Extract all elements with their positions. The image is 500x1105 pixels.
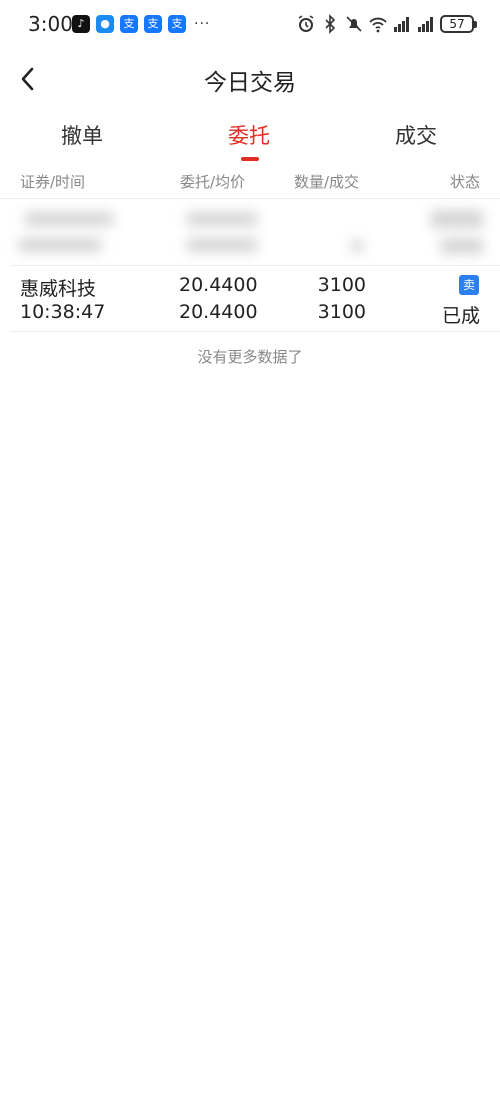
no-more-data-label: 没有更多数据了 <box>197 348 303 366</box>
notification-icons: ♪ ● 支 支 支 ··· <box>72 15 210 33</box>
redacted-status <box>440 238 484 254</box>
wifi-icon <box>369 17 387 33</box>
security-name: 惠威科技 <box>20 278 97 300</box>
tab-orders[interactable]: 委托 <box>189 120 309 150</box>
battery-icon: 57 <box>440 15 477 33</box>
bluetooth-icon <box>325 14 336 34</box>
tiktok-app-icon: ♪ <box>72 15 90 33</box>
more-notifications-icon: ··· <box>194 16 211 32</box>
signal-icon <box>394 17 409 32</box>
order-price: 20.4400 <box>179 274 258 296</box>
tab-bar: 撤单 委托 成交 <box>0 112 500 167</box>
tab-trades[interactable]: 成交 <box>356 120 476 150</box>
order-time: 10:38:47 <box>20 301 106 323</box>
order-quantity: 3100 <box>317 274 366 296</box>
alipay-app-icon: 支 <box>144 15 162 33</box>
column-price-avg: 委托/均价 <box>180 173 246 191</box>
redacted-time <box>18 238 102 252</box>
redacted-security <box>24 212 114 226</box>
redacted-side <box>430 210 484 228</box>
status-time: 3:00 <box>28 12 73 36</box>
column-qty-filled: 数量/成交 <box>294 173 360 191</box>
signal-4g-icon <box>418 17 433 32</box>
mute-icon <box>346 16 362 32</box>
active-tab-indicator <box>241 157 259 161</box>
sell-badge: 卖 <box>459 275 479 295</box>
alarm-icon <box>298 15 314 32</box>
redacted-avg <box>186 238 258 252</box>
system-icons: 57 <box>296 14 477 34</box>
order-status: 已成 <box>441 305 480 327</box>
page-header: 今日交易 <box>0 50 500 110</box>
avg-price: 20.4400 <box>179 301 258 323</box>
table-row-redacted[interactable] <box>10 200 500 266</box>
column-status: 状态 <box>449 173 480 191</box>
tab-cancel-order[interactable]: 撤单 <box>22 120 142 150</box>
column-header-row: 证券/时间 委托/均价 数量/成交 状态 <box>0 167 500 199</box>
status-bar: 3:00 ♪ ● 支 支 支 ··· 57 <box>0 0 500 50</box>
table-row[interactable]: 惠威科技 10:38:47 20.4400 20.4400 3100 3100 … <box>10 266 500 332</box>
message-app-icon: ● <box>96 15 114 33</box>
column-security-time: 证券/时间 <box>20 173 86 191</box>
filled-quantity: 3100 <box>317 301 366 323</box>
redacted-qty <box>350 240 364 252</box>
alipay-app-icon: 支 <box>120 15 138 33</box>
page-title: 今日交易 <box>204 70 296 96</box>
alipay-app-icon: 支 <box>168 15 186 33</box>
redacted-price <box>186 212 258 226</box>
